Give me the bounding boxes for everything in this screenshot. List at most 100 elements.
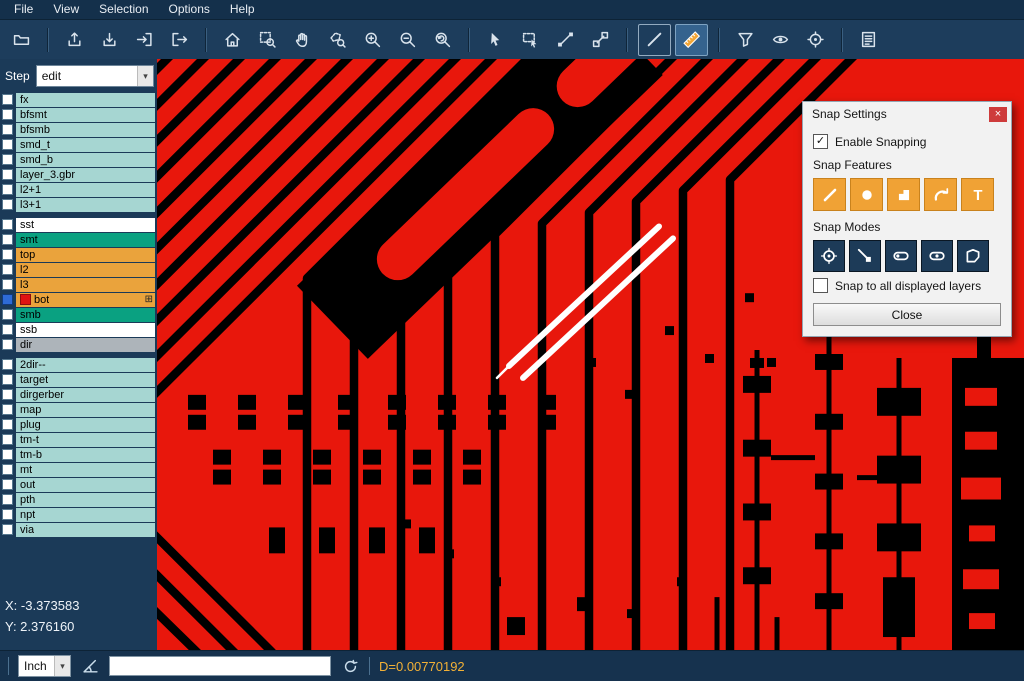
layer-visibility-checkbox[interactable] [2, 249, 13, 260]
select-area-icon[interactable] [515, 25, 546, 55]
layer-visibility-checkbox[interactable] [2, 419, 13, 430]
layer-item-out[interactable]: out [16, 478, 155, 492]
layer-visibility-checkbox[interactable] [2, 309, 13, 320]
layer-visibility-checkbox[interactable] [2, 234, 13, 245]
layer-item-target[interactable]: target [16, 373, 155, 387]
layer-visibility-checkbox[interactable] [2, 109, 13, 120]
layer-item-l2[interactable]: l2 [16, 263, 155, 277]
export-right-icon[interactable] [164, 25, 195, 55]
layer-visibility-checkbox[interactable] [2, 464, 13, 475]
snap-slot-mid-icon[interactable] [921, 240, 953, 272]
layer-item-fx[interactable]: fx [16, 93, 155, 107]
layer-item-smt[interactable]: smt [16, 233, 155, 247]
zoom-out-icon[interactable] [392, 25, 423, 55]
layer-visibility-checkbox[interactable] [2, 279, 13, 290]
snap-pad-icon[interactable] [850, 178, 883, 211]
measure-objects-icon[interactable] [585, 25, 616, 55]
layer-visibility-checkbox[interactable] [2, 494, 13, 505]
grid-icon[interactable]: ⊞ [145, 295, 153, 305]
layer-visibility-checkbox[interactable] [2, 139, 13, 150]
layer-item-l3[interactable]: l3 [16, 278, 155, 292]
layer-visibility-checkbox[interactable] [2, 94, 13, 105]
layer-item-smd_b[interactable]: smd_b [16, 153, 155, 167]
layer-item-mt[interactable]: mt [16, 463, 155, 477]
layer-visibility-checkbox[interactable] [2, 404, 13, 415]
layer-item-bfsmt[interactable]: bfsmt [16, 108, 155, 122]
layer-visibility-checkbox[interactable] [2, 524, 13, 535]
layer-item-map[interactable]: map [16, 403, 155, 417]
layer-visibility-checkbox[interactable] [2, 219, 13, 230]
layer-visibility-checkbox[interactable] [2, 374, 13, 385]
layer-item-npt[interactable]: npt [16, 508, 155, 522]
import-down-icon[interactable] [94, 25, 125, 55]
layer-visibility-checkbox[interactable] [2, 479, 13, 490]
menu-selection[interactable]: Selection [89, 0, 158, 19]
report-icon[interactable] [853, 25, 884, 55]
cursor-select-icon[interactable] [480, 25, 511, 55]
layer-visibility-checkbox[interactable] [2, 264, 13, 275]
layer-item-plug[interactable]: plug [16, 418, 155, 432]
filter-icon[interactable] [730, 25, 761, 55]
layer-visibility-checkbox[interactable] [2, 199, 13, 210]
layer-item-ssb[interactable]: ssb [16, 323, 155, 337]
snap-text-icon[interactable]: T [961, 178, 994, 211]
layer-item-dirgerber[interactable]: dirgerber [16, 388, 155, 402]
select-path-icon[interactable] [550, 25, 581, 55]
layer-item-l3+1[interactable]: l3+1 [16, 198, 155, 212]
layer-item-bfsmb[interactable]: bfsmb [16, 123, 155, 137]
layer-item-dir[interactable]: dir [16, 338, 155, 352]
snap-vertex-icon[interactable] [849, 240, 881, 272]
layer-visibility-checkbox[interactable] [2, 124, 13, 135]
ruler-icon[interactable] [675, 24, 708, 56]
layer-visibility-checkbox[interactable] [2, 434, 13, 445]
menu-file[interactable]: File [4, 0, 43, 19]
snap-line-icon[interactable] [813, 178, 846, 211]
zoom-in-icon[interactable] [357, 25, 388, 55]
layer-item-smd_t[interactable]: smd_t [16, 138, 155, 152]
snap-slot-left-icon[interactable] [885, 240, 917, 272]
menu-view[interactable]: View [43, 0, 89, 19]
layer-item-top[interactable]: top [16, 248, 155, 262]
layer-visibility-checkbox[interactable] [2, 449, 13, 460]
step-select[interactable]: edit ▾ [36, 65, 154, 87]
snap-center-icon[interactable] [813, 240, 845, 272]
pan-hand-icon[interactable] [287, 25, 318, 55]
menu-options[interactable]: Options [159, 0, 220, 19]
layer-item-layer_3.gbr[interactable]: layer_3.gbr [16, 168, 155, 182]
layer-item-l2+1[interactable]: l2+1 [16, 183, 155, 197]
layer-visibility-checkbox[interactable] [2, 169, 13, 180]
home-icon[interactable] [217, 25, 248, 55]
eye-icon[interactable] [765, 25, 796, 55]
refresh-icon[interactable] [340, 656, 360, 676]
snap-corner-icon[interactable] [887, 178, 920, 211]
close-button[interactable]: Close [813, 303, 1001, 326]
open-folder-icon[interactable] [6, 25, 37, 55]
dialog-titlebar[interactable]: Snap Settings × [803, 102, 1011, 126]
angle-mode-icon[interactable] [80, 656, 100, 676]
layer-item-tm-t[interactable]: tm-t [16, 433, 155, 447]
layer-visibility-checkbox[interactable] [2, 359, 13, 370]
layer-item-via[interactable]: via [16, 523, 155, 537]
unit-select[interactable]: Inch ▾ [18, 655, 71, 677]
close-icon[interactable]: × [989, 107, 1007, 122]
layer-visibility-checkbox[interactable] [2, 509, 13, 520]
layer-visibility-checkbox[interactable] [2, 389, 13, 400]
layer-visibility-checkbox[interactable] [2, 294, 13, 305]
layer-visibility-checkbox[interactable] [2, 324, 13, 335]
all-layers-checkbox[interactable] [813, 278, 828, 293]
layer-item-bot[interactable]: bot⊞ [16, 293, 155, 307]
net-inspect-icon[interactable] [800, 25, 831, 55]
layer-item-2dir--[interactable]: 2dir-- [16, 358, 155, 372]
enable-snapping-checkbox[interactable]: ✓ [813, 134, 828, 149]
snap-arc-icon[interactable] [924, 178, 957, 211]
export-up-icon[interactable] [59, 25, 90, 55]
command-input[interactable] [109, 656, 331, 676]
zoom-refresh-icon[interactable] [427, 25, 458, 55]
line-tool-icon[interactable] [638, 24, 671, 56]
import-left-icon[interactable] [129, 25, 160, 55]
snap-contour-icon[interactable] [957, 240, 989, 272]
zoom-window-icon[interactable] [252, 25, 283, 55]
layer-visibility-checkbox[interactable] [2, 154, 13, 165]
layer-visibility-checkbox[interactable] [2, 184, 13, 195]
layer-item-tm-b[interactable]: tm-b [16, 448, 155, 462]
